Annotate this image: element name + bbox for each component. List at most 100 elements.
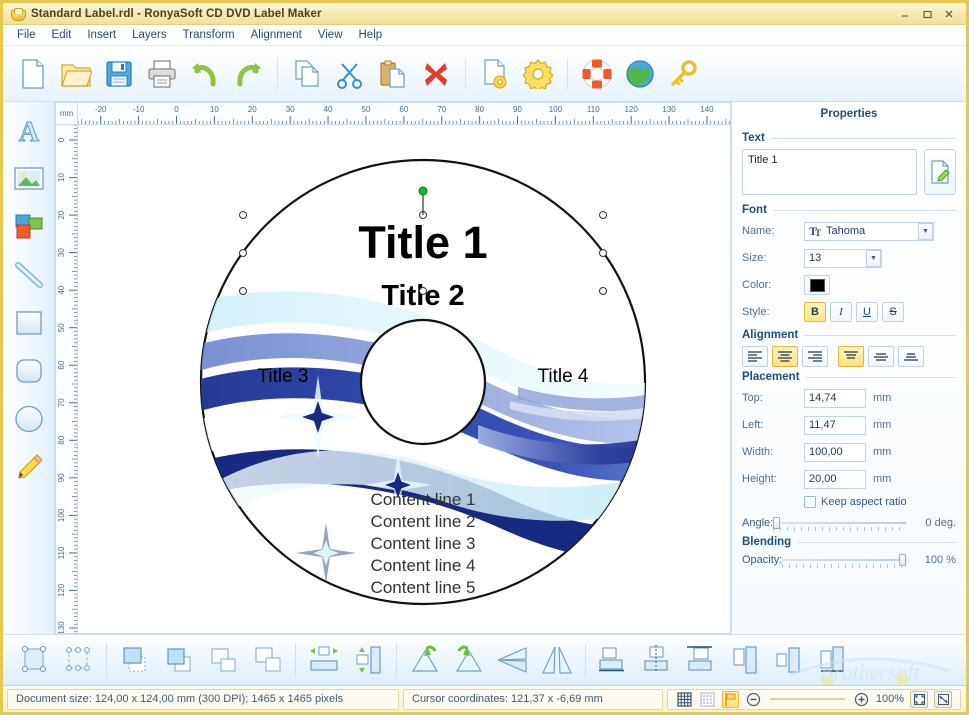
underline-button[interactable]: U <box>856 302 878 322</box>
show-grid-button[interactable] <box>676 691 693 708</box>
font-type-icon: T T <box>809 225 821 237</box>
flip-horizontal-button[interactable] <box>536 638 578 682</box>
redo-button[interactable] <box>228 53 268 95</box>
zoom-out-button[interactable] <box>745 691 762 708</box>
font-color-button[interactable] <box>804 275 830 295</box>
align-bottom-edges-button[interactable] <box>593 638 635 682</box>
maximize-button[interactable] <box>917 6 937 22</box>
align-right-button[interactable] <box>802 346 828 367</box>
web-button[interactable] <box>620 53 660 95</box>
tool-text[interactable]: A <box>8 110 50 152</box>
svg-text:0: 0 <box>174 105 179 114</box>
align-vertical-centers-icon <box>776 647 800 673</box>
menu-insert[interactable]: Insert <box>79 27 124 43</box>
bring-forward-button[interactable] <box>158 638 200 682</box>
tool-rounded-rectangle[interactable] <box>8 350 50 392</box>
fit-width-button[interactable] <box>934 690 952 708</box>
flip-vertical-button[interactable] <box>492 638 534 682</box>
rotate-left-button[interactable] <box>404 638 446 682</box>
align-bottom-button[interactable] <box>898 346 924 367</box>
zoom-in-button[interactable] <box>853 691 870 708</box>
open-button[interactable] <box>56 53 96 95</box>
document-properties-button[interactable] <box>475 53 515 95</box>
align-horizontal-centers-button[interactable] <box>637 638 679 682</box>
send-backward-button[interactable] <box>202 638 244 682</box>
vertical-ruler[interactable]: 0 10 20 30 40 50 60 70 80 90 100 110 120 130 <box>56 125 78 633</box>
bold-button[interactable]: B <box>804 302 826 322</box>
left-input[interactable]: 11,47 <box>804 415 866 435</box>
horizontal-ruler[interactable]: -20 -10 0 10 20 30 40 50 60 70 80 90 100 110 120 130 140… <box>78 103 730 125</box>
align-left-edges-button[interactable] <box>725 638 767 682</box>
copy-button[interactable] <box>287 53 327 95</box>
tool-pencil[interactable] <box>8 446 50 488</box>
center-horizontally-button[interactable] <box>303 638 345 682</box>
font-size-combo[interactable]: 13 ▼ <box>804 248 882 268</box>
svg-text:Content line 5: Content line 5 <box>371 578 476 597</box>
align-middle-button[interactable] <box>868 346 894 367</box>
bottom-separator-4 <box>585 643 586 677</box>
label-page[interactable]: Title 1 Title 2 Title 3 Title 4 Content … <box>78 125 730 633</box>
paste-button[interactable] <box>373 53 413 95</box>
show-guides-button[interactable] <box>722 690 739 708</box>
zoom-slider-track <box>770 698 845 700</box>
new-document-button[interactable] <box>13 53 53 95</box>
send-to-back-button[interactable] <box>246 638 288 682</box>
menu-view[interactable]: View <box>310 27 351 43</box>
rotate-right-button[interactable] <box>448 638 490 682</box>
delete-button[interactable] <box>416 53 456 95</box>
toolbar-separator-2 <box>465 57 466 90</box>
tool-shape-fill[interactable] <box>8 206 50 248</box>
tool-ellipse[interactable] <box>8 398 50 440</box>
font-name-combo[interactable]: T T Tahoma ▼ <box>804 221 934 241</box>
angle-slider-knob[interactable] <box>773 517 781 529</box>
align-top-button[interactable] <box>838 346 864 367</box>
copy-pages-icon <box>295 59 319 87</box>
svg-text:30: 30 <box>57 248 66 257</box>
menu-layers[interactable]: Layers <box>124 27 175 43</box>
chevron-down-icon[interactable]: ▼ <box>866 249 881 267</box>
zoom-slider[interactable] <box>770 694 845 704</box>
tool-image[interactable] <box>8 158 50 200</box>
tool-line[interactable] <box>8 254 50 296</box>
keep-aspect-ratio-row[interactable]: Keep aspect ratio <box>804 496 956 508</box>
opacity-slider-knob[interactable] <box>899 554 906 566</box>
height-input[interactable]: 20,00 <box>804 469 866 489</box>
settings-button[interactable] <box>518 53 558 95</box>
chevron-down-icon[interactable]: ▼ <box>918 222 933 240</box>
tool-rectangle[interactable] <box>8 302 50 344</box>
width-input[interactable]: 100,00 <box>804 442 866 462</box>
align-top-edges-button[interactable] <box>681 638 723 682</box>
align-vertical-centers-button[interactable] <box>769 638 811 682</box>
support-button[interactable] <box>577 53 617 95</box>
close-button[interactable] <box>939 6 959 22</box>
edit-text-button[interactable] <box>924 149 956 195</box>
italic-button[interactable]: I <box>830 302 852 322</box>
menu-help[interactable]: Help <box>351 27 391 43</box>
text-input[interactable]: Title 1 <box>742 149 917 195</box>
opacity-slider[interactable] <box>782 553 906 568</box>
snap-to-grid-button[interactable] <box>699 691 716 708</box>
keep-aspect-ratio-checkbox[interactable] <box>804 496 816 508</box>
menu-edit[interactable]: Edit <box>44 27 80 43</box>
menu-file[interactable]: File <box>9 27 44 43</box>
strikethrough-button[interactable]: S <box>882 302 904 322</box>
menu-transform[interactable]: Transform <box>175 27 243 43</box>
cut-button[interactable] <box>330 53 370 95</box>
print-button[interactable] <box>142 53 182 95</box>
svg-text:Title 4: Title 4 <box>537 366 588 387</box>
align-center-button[interactable] <box>772 346 798 367</box>
angle-slider[interactable] <box>773 516 906 531</box>
top-input[interactable]: 14,74 <box>804 388 866 408</box>
align-right-edges-button[interactable] <box>813 638 855 682</box>
select-all-button[interactable] <box>13 638 55 682</box>
fit-page-button[interactable] <box>910 690 928 708</box>
minimize-button[interactable] <box>895 6 915 22</box>
align-left-button[interactable] <box>742 346 768 367</box>
register-button[interactable] <box>663 53 703 95</box>
menu-alignment[interactable]: Alignment <box>243 27 310 43</box>
center-vertically-button[interactable] <box>347 638 389 682</box>
save-button[interactable] <box>99 53 139 95</box>
select-multiple-button[interactable] <box>57 638 99 682</box>
undo-button[interactable] <box>185 53 225 95</box>
bring-to-front-button[interactable] <box>114 638 156 682</box>
